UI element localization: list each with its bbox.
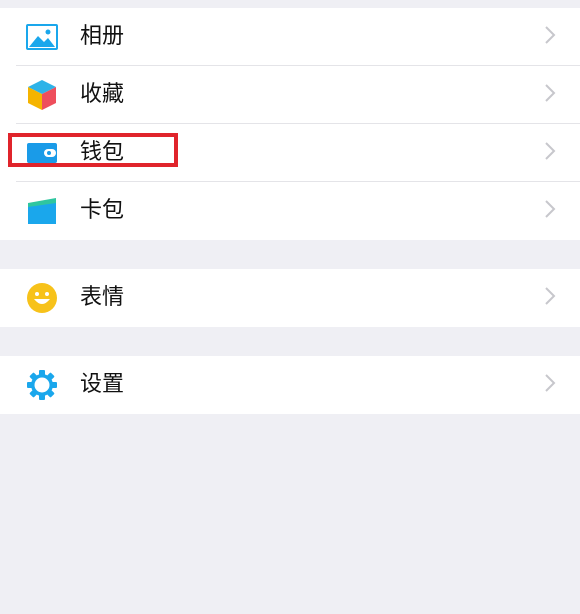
menu-group-settings: 设置 (0, 356, 580, 414)
bottom-background (0, 414, 580, 614)
wallet-icon (24, 135, 60, 171)
cube-icon (24, 77, 60, 113)
chevron-right-icon (544, 25, 556, 49)
menu-item-cards[interactable]: 卡包 (0, 182, 580, 240)
menu-item-label: 收藏 (80, 82, 125, 107)
photo-album-icon (24, 19, 60, 55)
menu-group-stickers: 表情 (0, 269, 580, 327)
chevron-right-icon (544, 373, 556, 397)
menu-group-main: 相册 收藏 钱包 卡包 (0, 8, 580, 240)
menu-item-favorites[interactable]: 收藏 (0, 66, 580, 124)
chevron-right-icon (544, 286, 556, 310)
menu-item-label: 表情 (80, 285, 125, 310)
top-spacer (0, 0, 580, 8)
chevron-right-icon (544, 199, 556, 223)
menu-item-settings[interactable]: 设置 (0, 356, 580, 414)
menu-item-label: 钱包 (80, 140, 125, 165)
card-folder-icon (24, 193, 60, 229)
menu-item-stickers[interactable]: 表情 (0, 269, 580, 327)
menu-item-label: 设置 (80, 372, 125, 397)
smiley-icon (24, 280, 60, 316)
menu-item-label: 卡包 (80, 198, 125, 223)
menu-item-album[interactable]: 相册 (0, 8, 580, 66)
menu-item-wallet[interactable]: 钱包 (0, 124, 580, 182)
gear-icon (24, 367, 60, 403)
chevron-right-icon (544, 141, 556, 165)
menu-item-label: 相册 (80, 24, 125, 49)
section-spacer (0, 240, 580, 269)
chevron-right-icon (544, 83, 556, 107)
section-spacer (0, 327, 580, 356)
